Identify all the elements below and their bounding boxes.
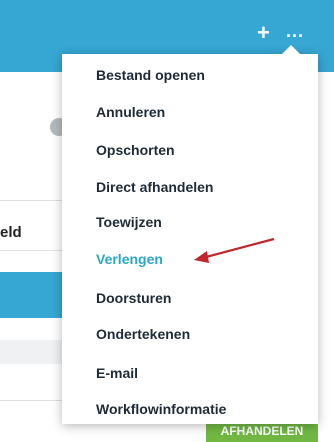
background-field-label: eld: [0, 224, 22, 241]
menu-item-annuleren[interactable]: Annuleren: [96, 104, 165, 120]
background-blue-bar: [0, 272, 70, 318]
menu-item-workflowinformatie[interactable]: Workflowinformatie: [96, 401, 226, 417]
menu-item-ondertekenen[interactable]: Ondertekenen: [96, 326, 190, 342]
more-options-button[interactable]: ...: [286, 20, 304, 42]
afhandelen-button[interactable]: AFHANDELEN: [206, 422, 318, 442]
more-options-dropdown-menu: Bestand openen Annuleren Opschorten Dire…: [62, 45, 318, 424]
menu-item-doorsturen[interactable]: Doorsturen: [96, 290, 171, 306]
menu-item-e-mail[interactable]: E-mail: [96, 365, 138, 381]
menu-item-opschorten[interactable]: Opschorten: [96, 142, 175, 158]
divider: [0, 250, 70, 251]
divider: [0, 400, 70, 401]
menu-item-verlengen[interactable]: Verlengen: [96, 251, 163, 267]
divider: [0, 200, 70, 201]
background-gray-row: [0, 340, 70, 364]
menu-item-direct-afhandelen[interactable]: Direct afhandelen: [96, 179, 213, 195]
menu-item-toewijzen[interactable]: Toewijzen: [96, 214, 162, 230]
menu-item-bestand-openen[interactable]: Bestand openen: [96, 67, 205, 83]
add-button[interactable]: +: [257, 22, 270, 44]
